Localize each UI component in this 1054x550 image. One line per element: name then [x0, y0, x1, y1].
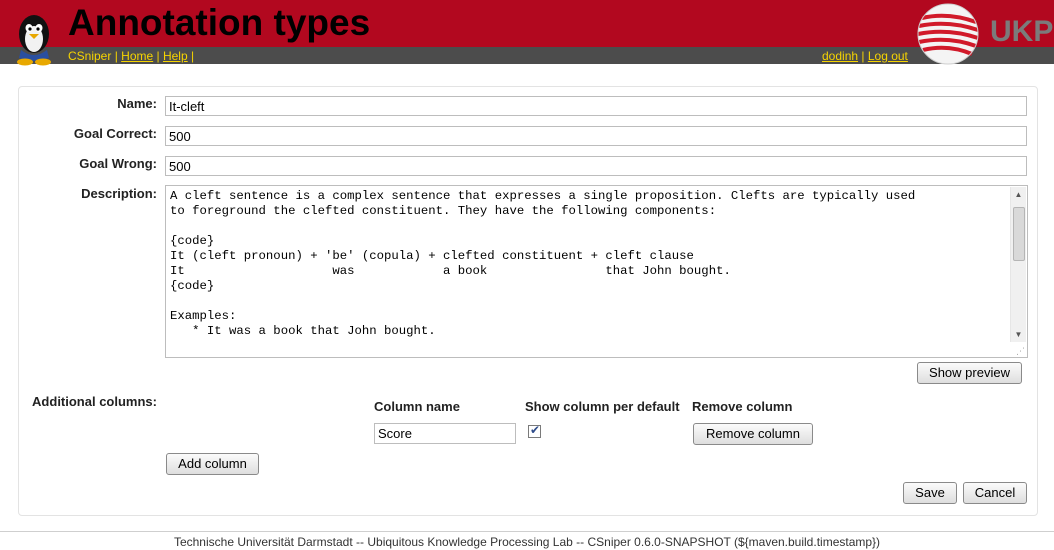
scrollbar-thumb[interactable]	[1013, 207, 1025, 261]
logo-text: UKP	[990, 15, 1054, 48]
name-label: Name:	[117, 96, 157, 111]
description-text: A cleft sentence is a complex sentence t…	[170, 189, 916, 338]
column-name-input[interactable]	[374, 423, 516, 444]
goal-correct-label: Goal Correct:	[73, 126, 157, 141]
nav-left: CSniper | Home | Help |	[68, 49, 195, 63]
goal-wrong-label: Goal Wrong:	[79, 156, 157, 171]
add-column-button[interactable]: Add column	[166, 453, 259, 475]
cancel-button[interactable]: Cancel	[963, 482, 1027, 504]
description-label: Description:	[81, 186, 157, 201]
nav-app-name: CSniper	[68, 49, 112, 63]
nav-help-link[interactable]: Help	[163, 49, 188, 63]
penguin-mascot-icon	[17, 15, 51, 66]
check-icon: ✔	[530, 423, 541, 437]
save-button[interactable]: Save	[903, 482, 957, 504]
column-header-show-default: Show column per default	[525, 399, 680, 414]
description-scrollbar[interactable]: ▲ ▼	[1010, 187, 1026, 342]
show-default-checkbox[interactable]: ✔	[528, 423, 541, 438]
footer-divider	[0, 531, 1054, 532]
resize-grip-icon[interactable]: ⋰	[1016, 347, 1025, 356]
column-header-remove: Remove column	[692, 399, 793, 414]
triangle-up-icon[interactable]: ▲	[1011, 187, 1026, 202]
description-textarea[interactable]: A cleft sentence is a complex sentence t…	[165, 185, 1028, 358]
name-field[interactable]	[165, 96, 1027, 116]
show-preview-button[interactable]: Show preview	[917, 362, 1022, 384]
nav-right: dodinh | Log out	[822, 49, 908, 63]
nav-logout-link[interactable]: Log out	[868, 49, 908, 63]
nav-user-link[interactable]: dodinh	[822, 49, 858, 63]
page-title: Annotation types	[68, 2, 371, 43]
nav-home-link[interactable]: Home	[121, 49, 153, 63]
goal-wrong-field[interactable]	[165, 156, 1027, 176]
column-header-name: Column name	[374, 399, 460, 414]
goal-correct-field[interactable]	[165, 126, 1027, 146]
remove-column-button[interactable]: Remove column	[693, 423, 813, 445]
additional-columns-label: Additional columns:	[32, 394, 157, 409]
triangle-down-icon[interactable]: ▼	[1011, 327, 1026, 342]
footer-text: Technische Universität Darmstadt -- Ubiq…	[173, 535, 881, 549]
